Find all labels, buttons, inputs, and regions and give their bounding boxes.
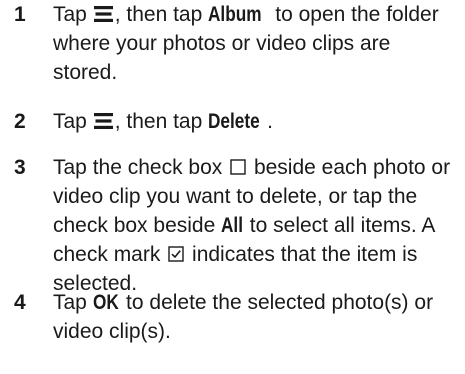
step-number: 3 [14,156,26,179]
menu-icon [93,113,113,129]
step-text: Tap , then tap Delete. [53,107,453,136]
step-number: 2 [14,110,26,133]
text-fragment: , then tap [114,3,209,26]
text-fragment: , then tap [114,110,209,133]
step-text: Tap the check box beside each photo or v… [53,153,453,298]
ok-keyword: OK [92,291,119,314]
empty-checkbox-icon [230,159,246,175]
menu-icon [93,6,113,22]
step-number: 1 [14,3,26,26]
all-keyword: All [221,214,244,237]
step-text: Tap , then tap Album to open the folder … [53,0,453,87]
text-fragment: Tap [53,110,93,133]
step-number: 4 [14,291,26,314]
step-text: Tap OK to delete the selected photo(s) o… [53,288,453,346]
text-fragment: Tap [53,291,93,314]
text-fragment: Tap [53,3,93,26]
delete-keyword: Delete [208,110,260,133]
checked-checkbox-icon [168,246,184,262]
text-fragment: Tap the check box [53,156,229,179]
text-fragment: . [267,110,273,133]
instructions-document: 1 Tap , then tap Album to open the folde… [0,0,465,374]
album-keyword: Album [208,3,262,26]
